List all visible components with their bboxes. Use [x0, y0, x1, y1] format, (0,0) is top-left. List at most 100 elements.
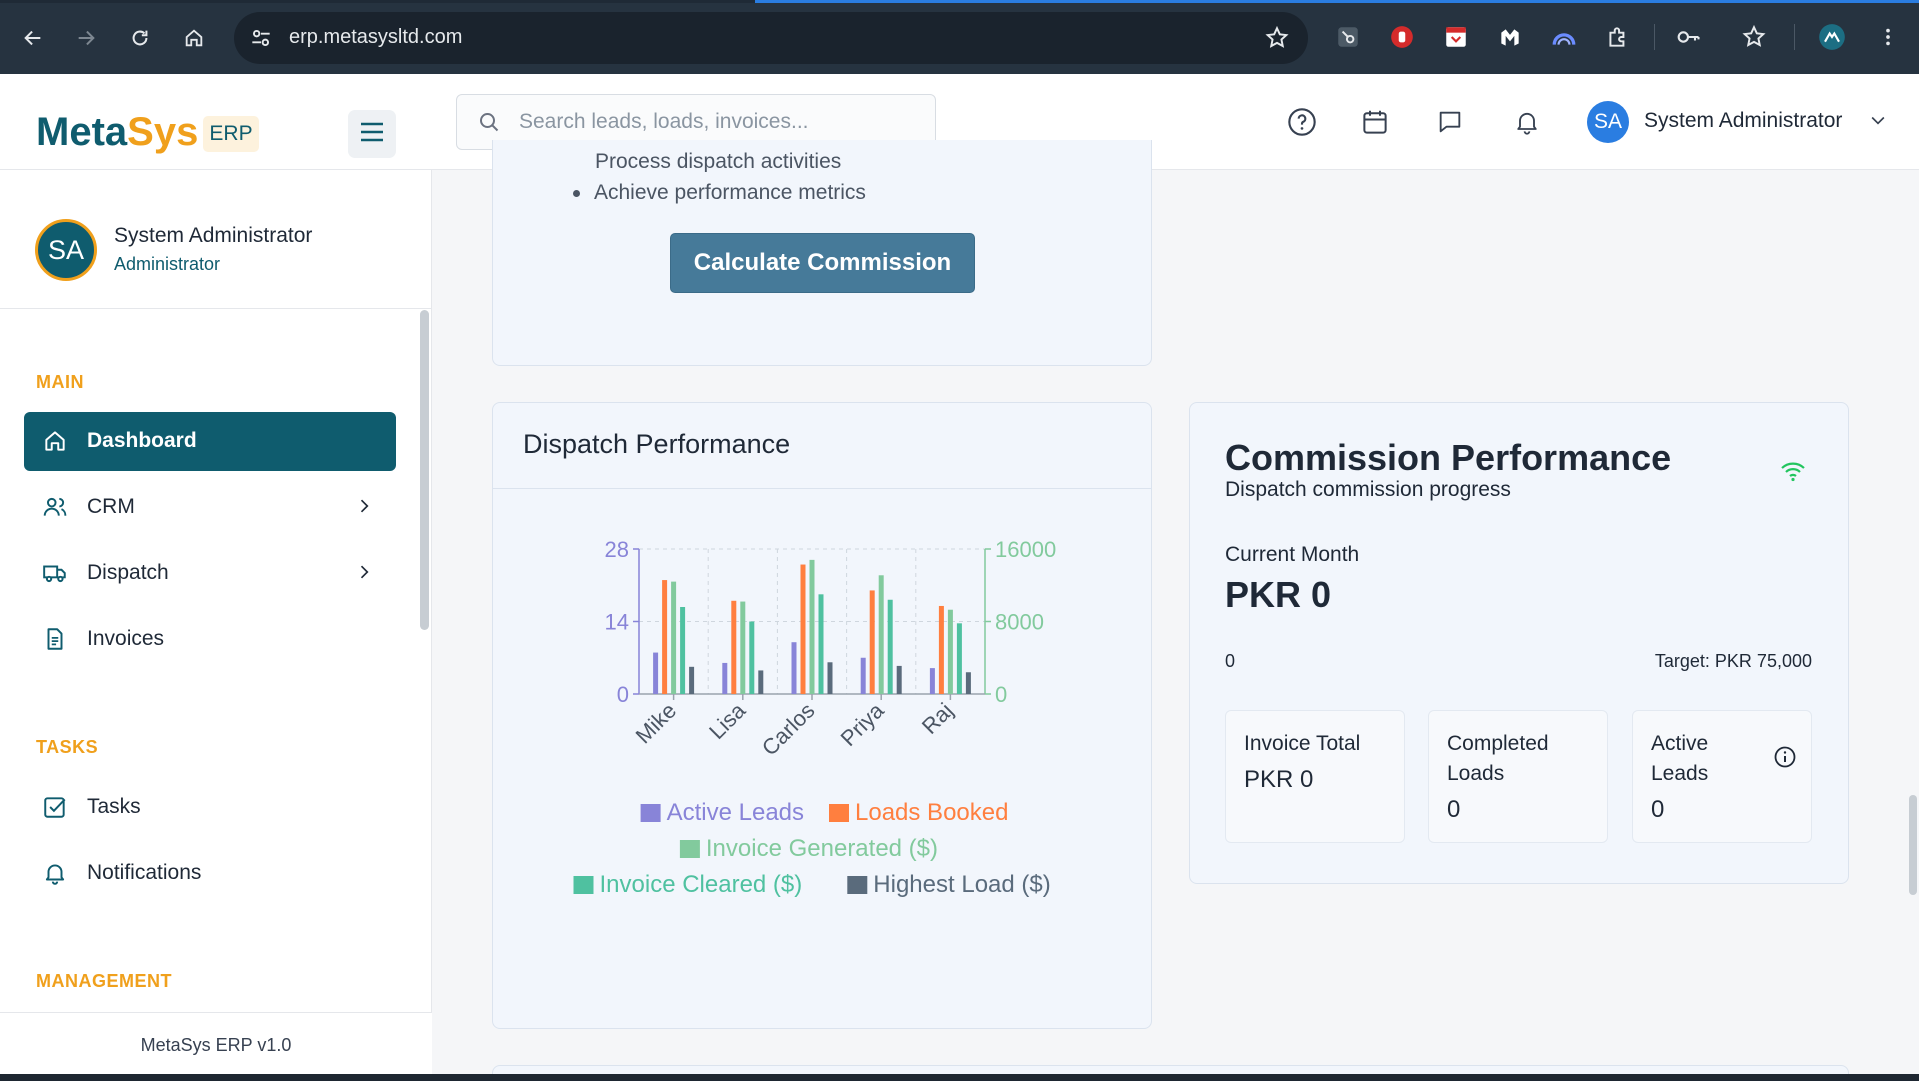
- sidebar-item-notifications[interactable]: Notifications: [24, 844, 396, 903]
- calendar-icon[interactable]: [1357, 104, 1393, 140]
- chart-bar: [722, 662, 728, 694]
- extension-arc-icon[interactable]: [1548, 21, 1580, 53]
- legend-swatch: [679, 840, 700, 858]
- sidebar-item-label: Tasks: [87, 795, 141, 818]
- extensions-puzzle-icon[interactable]: [1602, 21, 1634, 53]
- page-scrollbar[interactable]: [1909, 795, 1917, 895]
- sidebar-scrollbar[interactable]: [420, 310, 429, 630]
- search-icon: [477, 110, 501, 139]
- chevron-right-icon: [354, 562, 374, 587]
- chart-bar: [662, 580, 668, 694]
- info-icon[interactable]: [1773, 745, 1797, 774]
- chart-bar: [671, 581, 677, 694]
- address-bar[interactable]: erp.metasysltd.com: [234, 12, 1308, 64]
- current-month-label: Current Month: [1225, 543, 1360, 566]
- sidebar-item-crm[interactable]: CRM: [24, 478, 396, 537]
- stat-value: 0: [1651, 796, 1665, 823]
- calculate-commission-button[interactable]: Calculate Commission: [670, 233, 975, 293]
- chart-bar: [818, 594, 824, 694]
- chart-bar: [965, 672, 971, 694]
- extension-hubspot-icon[interactable]: [1332, 21, 1364, 53]
- chart-bar: [929, 668, 935, 694]
- users-icon: [42, 494, 68, 525]
- extension-malwarebytes-icon[interactable]: [1494, 21, 1526, 53]
- url-text[interactable]: erp.metasysltd.com: [289, 26, 462, 49]
- password-key-icon[interactable]: [1672, 21, 1704, 53]
- help-icon[interactable]: [1284, 104, 1320, 140]
- sidebar-item-tasks[interactable]: Tasks: [24, 778, 396, 837]
- chevron-down-icon[interactable]: [1868, 110, 1888, 135]
- progress-current-value: 0: [1225, 651, 1236, 671]
- profile-avatar-icon[interactable]: [1816, 21, 1848, 53]
- legend-swatch: [847, 876, 868, 894]
- browser-menu-icon[interactable]: [1872, 21, 1904, 53]
- sidebar-item-dispatch[interactable]: Dispatch: [24, 544, 396, 603]
- x-axis-tick-label: Lisa: [704, 697, 751, 744]
- sidebar-section-tasks: TASKS: [36, 737, 99, 757]
- stat-completed-loads: Completed Loads 0: [1428, 710, 1608, 843]
- extension-stop-icon[interactable]: [1386, 21, 1418, 53]
- chart-bar: [749, 621, 755, 694]
- x-axis-tick-label: Priya: [836, 697, 890, 751]
- bell-icon: [42, 860, 68, 891]
- current-month-value: PKR 0: [1225, 574, 1332, 615]
- legend-swatch: [573, 876, 594, 894]
- left-axis-tick-label: 28: [605, 537, 629, 562]
- site-info-icon[interactable]: [248, 25, 274, 56]
- user-avatar[interactable]: SA: [1587, 101, 1629, 143]
- left-axis-tick-label: 0: [617, 682, 629, 707]
- chart-bar: [938, 605, 944, 694]
- stat-label: Completed Loads: [1447, 732, 1549, 785]
- chart-bar: [887, 599, 893, 694]
- legend-label: Invoice Cleared ($): [600, 871, 803, 898]
- user-menu-name[interactable]: System Administrator: [1644, 109, 1842, 133]
- reading-list-icon[interactable]: [1738, 21, 1770, 53]
- app-version: MetaSys ERP v1.0: [140, 1035, 292, 1055]
- sidebar-section-main: MAIN: [36, 372, 84, 392]
- messages-icon[interactable]: [1432, 104, 1468, 140]
- sidebar-item-dashboard[interactable]: Dashboard: [24, 412, 396, 471]
- sidebar-divider: [0, 308, 432, 309]
- card-subtitle: Dispatch commission progress: [1225, 478, 1511, 501]
- chart-bar: [800, 564, 806, 694]
- forward-icon[interactable]: [70, 22, 102, 54]
- sidebar-item-invoices[interactable]: Invoices: [24, 610, 396, 669]
- brand-tag: ERP: [203, 116, 259, 152]
- legend-label: Loads Booked: [855, 799, 1008, 826]
- hamburger-icon: [359, 121, 385, 148]
- sidebar-profile-name: System Administrator: [114, 224, 313, 247]
- chart-bar: [758, 670, 764, 694]
- sidebar-toggle-button[interactable]: [348, 110, 396, 158]
- bullet-item: Process dispatch activities: [595, 150, 842, 172]
- chart-bar: [653, 652, 659, 694]
- home-icon: [42, 428, 68, 459]
- back-icon[interactable]: [17, 22, 49, 54]
- tab-strip-line: [0, 0, 1919, 3]
- chart-bar: [740, 601, 746, 694]
- x-axis-tick-label: Raj: [917, 698, 958, 739]
- sidebar-item-label: Notifications: [87, 861, 202, 884]
- chart-bar: [827, 662, 833, 694]
- sidebar-profile-avatar: SA: [35, 219, 97, 281]
- chevron-right-icon: [354, 496, 374, 521]
- bookmark-star-icon[interactable]: [1264, 25, 1290, 56]
- reload-icon[interactable]: [124, 22, 156, 54]
- sidebar-footer: MetaSys ERP v1.0: [0, 1012, 432, 1081]
- chart-bar: [896, 665, 902, 694]
- extension-calendar-icon[interactable]: [1440, 21, 1472, 53]
- sidebar-item-label: CRM: [87, 495, 135, 518]
- right-axis-tick-label: 16000: [995, 537, 1056, 562]
- search-placeholder: Search leads, loads, invoices...: [519, 110, 809, 133]
- home-icon[interactable]: [178, 22, 210, 54]
- chart-bar: [860, 657, 866, 694]
- chart-bar: [791, 642, 797, 694]
- sidebar-profile-role: Administrator: [114, 254, 221, 274]
- chart-bar: [680, 607, 686, 694]
- chart-bar: [947, 609, 953, 694]
- stat-label: Active Leads: [1651, 732, 1709, 785]
- stat-active-leads: Active Leads 0: [1632, 710, 1812, 843]
- sidebar-item-label: Dispatch: [87, 561, 169, 584]
- file-text-icon: [42, 626, 68, 657]
- notifications-bell-icon[interactable]: [1509, 104, 1545, 140]
- brand-logo[interactable]: MetaSys: [36, 110, 198, 155]
